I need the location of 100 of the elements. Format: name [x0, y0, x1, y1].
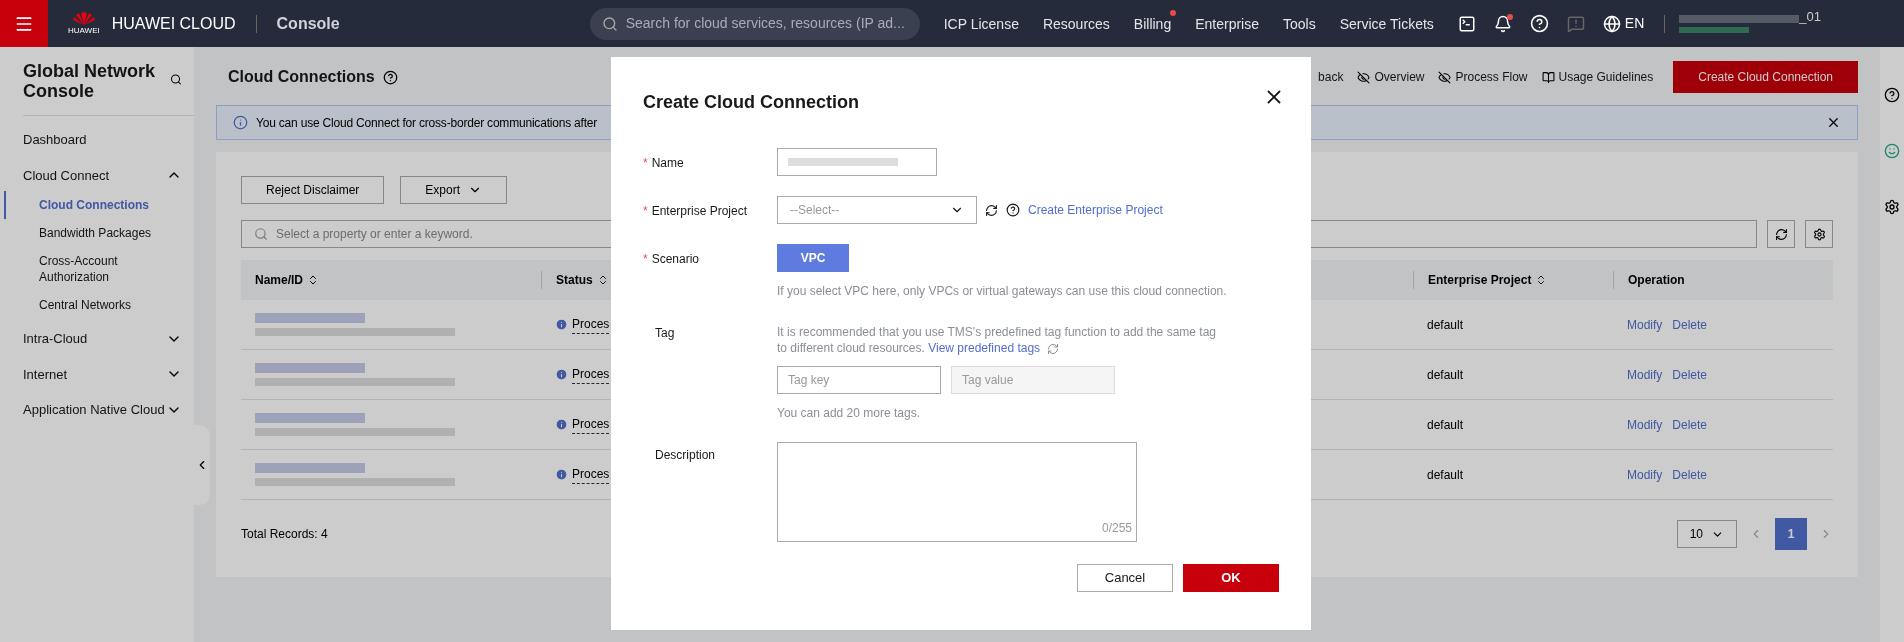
sidebar-item[interactable]: Dashboard: [23, 124, 87, 156]
sidebar-item[interactable]: Cloud Connect: [23, 159, 109, 191]
refresh-icon: [1774, 227, 1788, 241]
field-label: Tag: [655, 326, 675, 340]
sidebar-item[interactable]: Application Native Cloud: [23, 394, 165, 426]
help-icon[interactable]: [382, 69, 398, 85]
info-icon: [555, 468, 568, 481]
table-cell-text: default: [1426, 466, 1465, 484]
help-icon[interactable]: [1884, 87, 1900, 103]
column-header: Status: [556, 272, 593, 289]
hint-text: It is recommended that you use TMS's predefined tag function to add the same tag to different cloud resources. View predefined tags: [777, 324, 1217, 356]
column-header: Operation: [1628, 272, 1685, 289]
scenario-option[interactable]: VPC: [777, 244, 849, 272]
info-icon: [555, 418, 568, 431]
action-link[interactable]: Modify: [1627, 365, 1663, 384]
alert-text: You can use Cloud Connect for cross-border communications after: [256, 114, 599, 132]
sidebar-item[interactable]: Cross-Account Authorization: [39, 247, 159, 291]
section-title: Console: [276, 13, 340, 34]
toolbar-button[interactable]: Reject Disclaimer: [241, 176, 385, 204]
required-mark: *: [643, 252, 648, 266]
action-link[interactable]: Delete: [1672, 465, 1708, 484]
terminal-icon[interactable]: [1457, 14, 1476, 33]
account-name[interactable]: _01: [1799, 6, 1821, 27]
tag-note: You can add 20 more tags.: [777, 405, 921, 422]
close-icon[interactable]: [1826, 115, 1841, 130]
create-project-link[interactable]: Create Enterprise Project: [1028, 201, 1163, 219]
field-label: Enterprise Project: [651, 204, 748, 218]
sidebar-title: Global Network Console: [23, 61, 157, 101]
globe-icon[interactable]: [1602, 14, 1621, 33]
nav-link[interactable]: Tools: [1283, 15, 1316, 32]
search-field[interactable]: Search for cloud services, resources (IP ad...: [589, 7, 920, 40]
table-cell-text: default: [1426, 366, 1465, 384]
create-button[interactable]: Create Cloud Connection: [1673, 61, 1858, 93]
column-header: Enterprise Project: [1428, 272, 1532, 289]
required-mark: *: [643, 156, 648, 170]
toolbar-button[interactable]: Export: [400, 176, 508, 204]
page-button[interactable]: 1: [1775, 518, 1807, 550]
name-field[interactable]: [777, 148, 937, 176]
view-tags-link[interactable]: View predefined tags: [928, 341, 1041, 355]
menu-button[interactable]: [0, 0, 48, 47]
page-size-select[interactable]: 10: [1676, 520, 1737, 548]
smile-icon[interactable]: [1884, 143, 1900, 159]
logo-caption: HUAWEI: [68, 25, 100, 36]
refresh-button[interactable]: [1767, 220, 1795, 248]
settings-button[interactable]: [1805, 220, 1833, 248]
column-header: Name/ID: [255, 272, 304, 289]
header-link[interactable]: Overview: [1374, 68, 1425, 86]
table-cell-text: default: [1426, 316, 1465, 334]
help-icon[interactable]: [1006, 203, 1020, 217]
gear-icon: [1812, 227, 1826, 241]
action-link[interactable]: Modify: [1627, 465, 1663, 484]
field-label: Scenario: [651, 252, 700, 266]
ok-button[interactable]: OK: [1183, 564, 1279, 592]
action-link[interactable]: Modify: [1627, 315, 1663, 334]
eye-off-icon: [1357, 70, 1371, 84]
search-icon: [601, 15, 618, 32]
page-title: Cloud Connections: [228, 67, 375, 87]
sidebar-item[interactable]: Bandwidth Packages: [39, 219, 159, 247]
info-icon: [555, 318, 568, 331]
settings-icon[interactable]: [1884, 199, 1900, 215]
refresh-icon[interactable]: [985, 203, 998, 217]
sidebar-item[interactable]: Intra-Cloud: [23, 323, 88, 355]
total-records: Total Records: 4: [241, 526, 328, 543]
header-link[interactable]: back: [1318, 68, 1344, 86]
collapse-handle[interactable]: [194, 425, 210, 505]
nav-link[interactable]: Resources: [1042, 15, 1110, 32]
header-link[interactable]: Process Flow: [1455, 68, 1528, 86]
search-icon[interactable]: [170, 71, 182, 88]
info-icon: [233, 115, 248, 130]
sidebar-item[interactable]: Internet: [23, 358, 68, 390]
search-icon: [254, 227, 268, 241]
bell-icon[interactable]: [1493, 14, 1512, 33]
feedback-icon[interactable]: [1566, 14, 1585, 33]
action-link[interactable]: Delete: [1672, 415, 1708, 434]
status-text[interactable]: Proces: [572, 465, 610, 484]
redacted-account: [1679, 26, 1750, 33]
action-link[interactable]: Delete: [1672, 365, 1708, 384]
status-text[interactable]: Proces: [572, 315, 610, 334]
required-mark: *: [643, 204, 648, 218]
cancel-button[interactable]: Cancel: [1077, 564, 1173, 592]
field-label: Name: [651, 156, 684, 170]
table-cell-text: default: [1426, 416, 1465, 434]
flower-logo-icon: [72, 11, 95, 26]
status-text[interactable]: Proces: [572, 365, 610, 384]
sidebar-item[interactable]: Cloud Connections: [39, 191, 159, 219]
eye-off-icon: [1438, 70, 1452, 84]
status-text[interactable]: Proces: [572, 415, 610, 434]
field-label: Description: [655, 448, 716, 462]
sidebar-item[interactable]: Central Networks: [39, 291, 159, 319]
action-link[interactable]: Modify: [1627, 415, 1663, 434]
hint-text: If you select VPC here, only VPCs or virtual gateways can use this cloud connection.: [777, 283, 1228, 300]
nav-link[interactable]: Service Tickets: [1339, 15, 1434, 32]
nav-link[interactable]: ICP License: [943, 15, 1019, 32]
language-selector[interactable]: EN: [1624, 13, 1645, 34]
nav-link[interactable]: Billing: [1133, 15, 1172, 32]
header-link[interactable]: Usage Guidelines: [1558, 68, 1654, 86]
nav-link[interactable]: Enterprise: [1195, 15, 1259, 32]
action-link[interactable]: Delete: [1672, 315, 1708, 334]
info-icon: [555, 368, 568, 381]
dialog-title: Create Cloud Connection: [643, 91, 859, 114]
